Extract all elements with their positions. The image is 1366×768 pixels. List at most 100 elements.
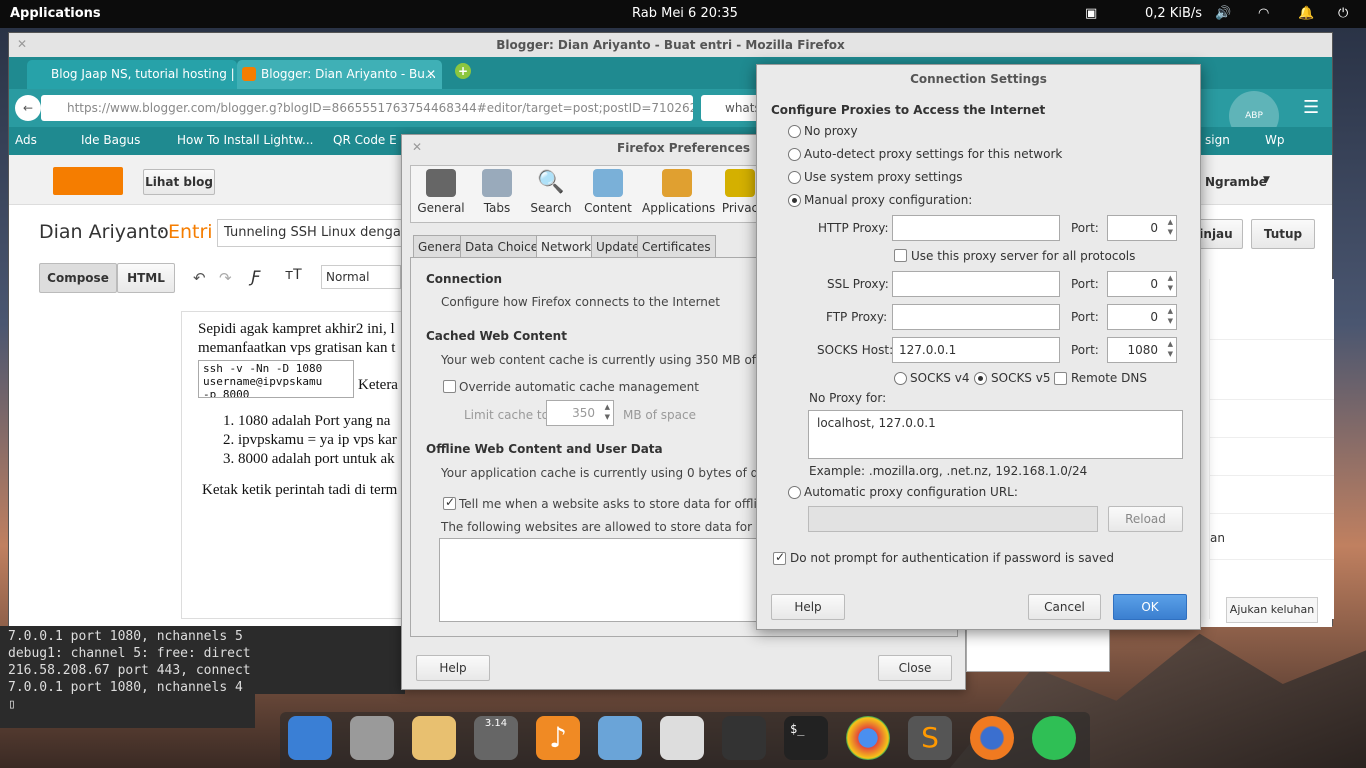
view-blog-button[interactable]: Lihat blog — [143, 169, 215, 195]
format-select[interactable]: Normal — [321, 265, 401, 289]
cancel-button[interactable]: Cancel — [1028, 594, 1101, 620]
ftp-proxy-input[interactable] — [892, 304, 1060, 330]
font-icon[interactable]: Ƒ — [251, 267, 260, 286]
terminal-window[interactable]: 7.0.0.1 port 1080, nchannels 5 debug1: ch… — [0, 626, 255, 728]
notification-icon[interactable]: 🔔 — [1298, 6, 1314, 21]
undo-icon[interactable]: ↶ — [193, 269, 206, 287]
tell-offline-checkbox[interactable] — [443, 495, 456, 510]
font-size-icon[interactable]: тT — [285, 267, 302, 283]
close-tab-icon[interactable]: ✕ — [426, 60, 436, 88]
http-proxy-input[interactable] — [892, 215, 1060, 241]
chevron-down-icon[interactable]: ▼ — [1263, 175, 1270, 185]
clock[interactable]: Rab Mei 6 20:35 — [632, 6, 738, 21]
help-button[interactable]: Help — [771, 594, 845, 620]
sidebar-option-label[interactable]: an — [1210, 531, 1225, 545]
pref-applications[interactable]: Applications — [642, 169, 716, 221]
auto-url-input[interactable] — [808, 506, 1098, 532]
firefox-icon[interactable] — [970, 716, 1014, 760]
ftp-port-spinner[interactable]: 0 — [1107, 304, 1177, 330]
connection-heading: Connection — [426, 272, 503, 286]
bookmark-ide-bagus[interactable]: Ide Bagus — [81, 133, 140, 147]
bookmark-sign[interactable]: sign — [1205, 133, 1230, 147]
bookmark-qr-code[interactable]: QR Code E — [333, 133, 397, 147]
close-button[interactable]: Close — [878, 655, 952, 681]
all-protocols-checkbox[interactable] — [894, 249, 907, 262]
remote-dns-checkbox[interactable] — [1054, 372, 1067, 385]
socks-host-input[interactable]: 127.0.0.1 — [892, 337, 1060, 363]
photos-icon[interactable] — [598, 716, 642, 760]
all-protocols-label: Use this proxy server for all protocols — [911, 249, 1136, 263]
terminal-icon[interactable]: $_ — [784, 716, 828, 760]
chrome-icon[interactable] — [846, 716, 890, 760]
http-port-spinner[interactable]: 0 — [1107, 215, 1177, 241]
report-abuse-button[interactable]: Ajukan keluhan — [1226, 597, 1318, 623]
socks-v5-radio[interactable] — [974, 372, 987, 385]
pref-label: Tabs — [483, 201, 511, 215]
ssl-proxy-input[interactable] — [892, 271, 1060, 297]
paragraph: Ketera — [358, 377, 398, 393]
help-button[interactable]: Help — [416, 655, 490, 681]
tell-offline-label: Tell me when a website asks to store dat… — [459, 497, 797, 511]
sublime-icon[interactable]: S — [908, 716, 952, 760]
html-tab[interactable]: HTML — [117, 263, 175, 293]
ssl-port-spinner[interactable]: 0 — [1107, 271, 1177, 297]
mail-icon[interactable] — [412, 716, 456, 760]
close-post-button[interactable]: Tutup — [1251, 219, 1315, 249]
pref-content[interactable]: Content — [582, 169, 634, 221]
reload-button[interactable]: Reload — [1108, 506, 1183, 532]
system-proxy-radio[interactable] — [788, 171, 801, 184]
applications-menu[interactable]: Applications — [10, 6, 101, 21]
wifi-icon[interactable]: ◠ — [1258, 6, 1269, 21]
pref-privacy[interactable]: Privac — [720, 169, 760, 221]
network-monitor-icon[interactable]: ▣ — [1085, 6, 1097, 21]
http-port-label: Port: — [1071, 221, 1099, 235]
entry-label: Entri — [168, 221, 213, 243]
tab-certificates[interactable]: Certificates — [637, 235, 716, 257]
no-prompt-auth-checkbox[interactable] — [773, 550, 786, 565]
bookmark-wp[interactable]: Wp — [1265, 133, 1284, 147]
blogger-logo-icon[interactable] — [53, 167, 123, 195]
tab-blog-jaap[interactable]: Blog Jaap NS, tutorial hosting | ...✕ — [27, 60, 237, 109]
limit-cache-spinner[interactable]: 350 — [546, 400, 614, 426]
auto-url-radio[interactable] — [788, 486, 801, 499]
no-proxy-for-textarea[interactable]: localhost, 127.0.0.1 — [808, 410, 1183, 459]
multitasking-icon[interactable] — [288, 716, 332, 760]
tab-blogger[interactable]: Blogger: Dian Ariyanto - Bu... ✕ — [237, 60, 442, 89]
close-dialog-icon[interactable]: ✕ — [412, 140, 422, 154]
calculator-icon[interactable]: 3.14 — [474, 716, 518, 760]
settings-toggle-icon[interactable] — [660, 716, 704, 760]
auto-detect-radio[interactable] — [788, 148, 801, 161]
power-icon[interactable]: ⏻ — [1338, 6, 1348, 21]
code-textarea[interactable]: ssh -v -Nn -D 1080 username@ipvpskamu -p… — [198, 360, 354, 398]
close-window-icon[interactable]: ✕ — [17, 37, 27, 51]
url-input[interactable]: https://www.blogger.com/blogger.g?blogID… — [41, 95, 693, 121]
bookmark-lightw[interactable]: How To Install Lightw... — [177, 133, 313, 147]
post-title-input[interactable]: Tunneling SSH Linux dengan V — [217, 219, 407, 247]
terminal-line: debug1: channel 5: free: direct — [8, 646, 251, 661]
redo-icon[interactable]: ↷ — [219, 269, 232, 287]
pref-search[interactable]: 🔍 Search — [526, 169, 576, 221]
socks-port-spinner[interactable]: 1080 — [1107, 337, 1177, 363]
socks-v4-radio[interactable] — [894, 372, 907, 385]
ok-button[interactable]: OK — [1113, 594, 1187, 620]
no-proxy-radio[interactable] — [788, 125, 801, 138]
offline-text: Your application cache is currently usin… — [441, 466, 807, 480]
volume-icon[interactable]: 🔊 — [1215, 6, 1231, 21]
menu-icon[interactable]: ☰ — [1303, 97, 1319, 118]
tab-network[interactable]: Network — [536, 235, 597, 258]
new-tab-icon[interactable]: + — [455, 63, 471, 79]
search-input[interactable]: whats — [701, 95, 761, 121]
bookmark-ads[interactable]: Ads — [15, 133, 37, 147]
manual-proxy-radio[interactable] — [788, 194, 801, 207]
music-icon[interactable]: ♪ — [536, 716, 580, 760]
back-icon[interactable]: ← — [15, 95, 41, 121]
pref-general[interactable]: General — [416, 169, 466, 221]
user-menu[interactable]: Ngrambe — [1205, 175, 1267, 189]
pref-label: Applications — [642, 201, 716, 215]
pref-tabs[interactable]: Tabs — [472, 169, 522, 221]
compose-tab[interactable]: Compose — [39, 263, 117, 293]
whatsapp-icon[interactable] — [1032, 716, 1076, 760]
files-icon[interactable] — [350, 716, 394, 760]
screenshot-icon[interactable] — [722, 716, 766, 760]
override-cache-checkbox[interactable] — [443, 380, 456, 393]
